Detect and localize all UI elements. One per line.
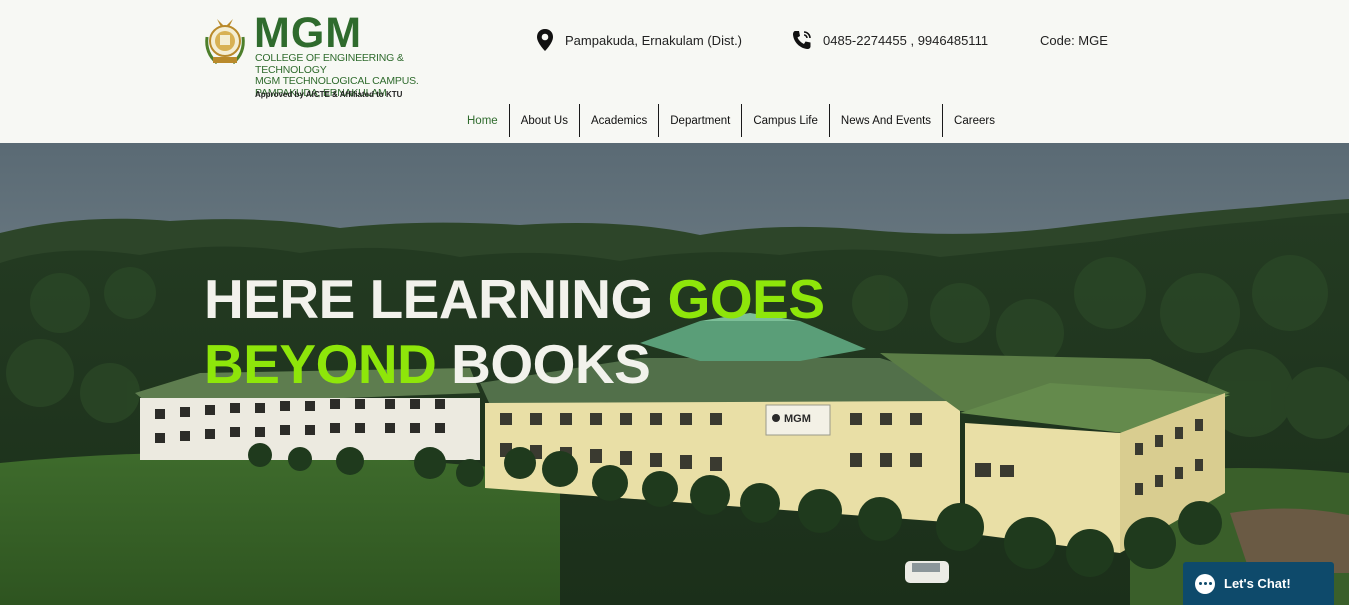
nav-careers[interactable]: Careers <box>942 104 1006 137</box>
location-info: Pampakuda, Ernakulam (Dist.) <box>535 28 742 52</box>
nav-about-us[interactable]: About Us <box>508 104 579 137</box>
nav-home[interactable]: Home <box>460 104 509 137</box>
nav-campus-life[interactable]: Campus Life <box>741 104 829 137</box>
phone-icon <box>793 31 811 49</box>
phone-info: 0485-2274455 , 9946485111 <box>791 28 988 52</box>
building-sign-text: MGM <box>784 413 811 425</box>
site-header: MGM COLLEGE OF ENGINEERING & TECHNOLOGY … <box>0 0 1349 143</box>
headline-white-2: BOOKS <box>451 333 651 395</box>
accreditation-note: Approved by AICTE & Affiliated to KTU <box>255 90 403 99</box>
college-code: Code: MGE <box>1040 32 1108 48</box>
hero-banner: MGM HERE LEARNING GOES BEYOND BOOKS <box>0 143 1349 605</box>
brand-line-2: MGM TECHNOLOGICAL CAMPUS. <box>255 75 419 87</box>
main-navigation: Home About Us Academics Department Campu… <box>460 104 1006 137</box>
headline-white-1: HERE LEARNING <box>204 268 668 330</box>
chat-widget-button[interactable]: Let's Chat! <box>1183 562 1334 605</box>
headline-line-2: BEYOND BOOKS <box>204 332 825 397</box>
headline-green-1: GOES <box>667 268 825 330</box>
nav-department[interactable]: Department <box>658 104 741 137</box>
location-pin-icon <box>537 29 553 51</box>
location-text: Pampakuda, Ernakulam (Dist.) <box>565 32 743 48</box>
chat-label: Let's Chat! <box>1224 576 1291 591</box>
chat-bubble-icon <box>1195 573 1215 594</box>
headline-line-1: HERE LEARNING GOES <box>204 267 825 332</box>
nav-academics[interactable]: Academics <box>579 104 658 137</box>
nav-news-and-events[interactable]: News And Events <box>828 104 942 137</box>
hero-headline: HERE LEARNING GOES BEYOND BOOKS <box>204 267 825 397</box>
headline-green-2: BEYOND <box>204 333 452 395</box>
college-logo[interactable]: MGM COLLEGE OF ENGINEERING & TECHNOLOGY … <box>200 10 470 102</box>
college-emblem-icon <box>205 19 245 65</box>
brand-name: MGM <box>254 9 363 57</box>
phone-text[interactable]: 0485-2274455 , 9946485111 <box>823 33 988 48</box>
brand-line-1: COLLEGE OF ENGINEERING & TECHNOLOGY <box>255 52 404 76</box>
